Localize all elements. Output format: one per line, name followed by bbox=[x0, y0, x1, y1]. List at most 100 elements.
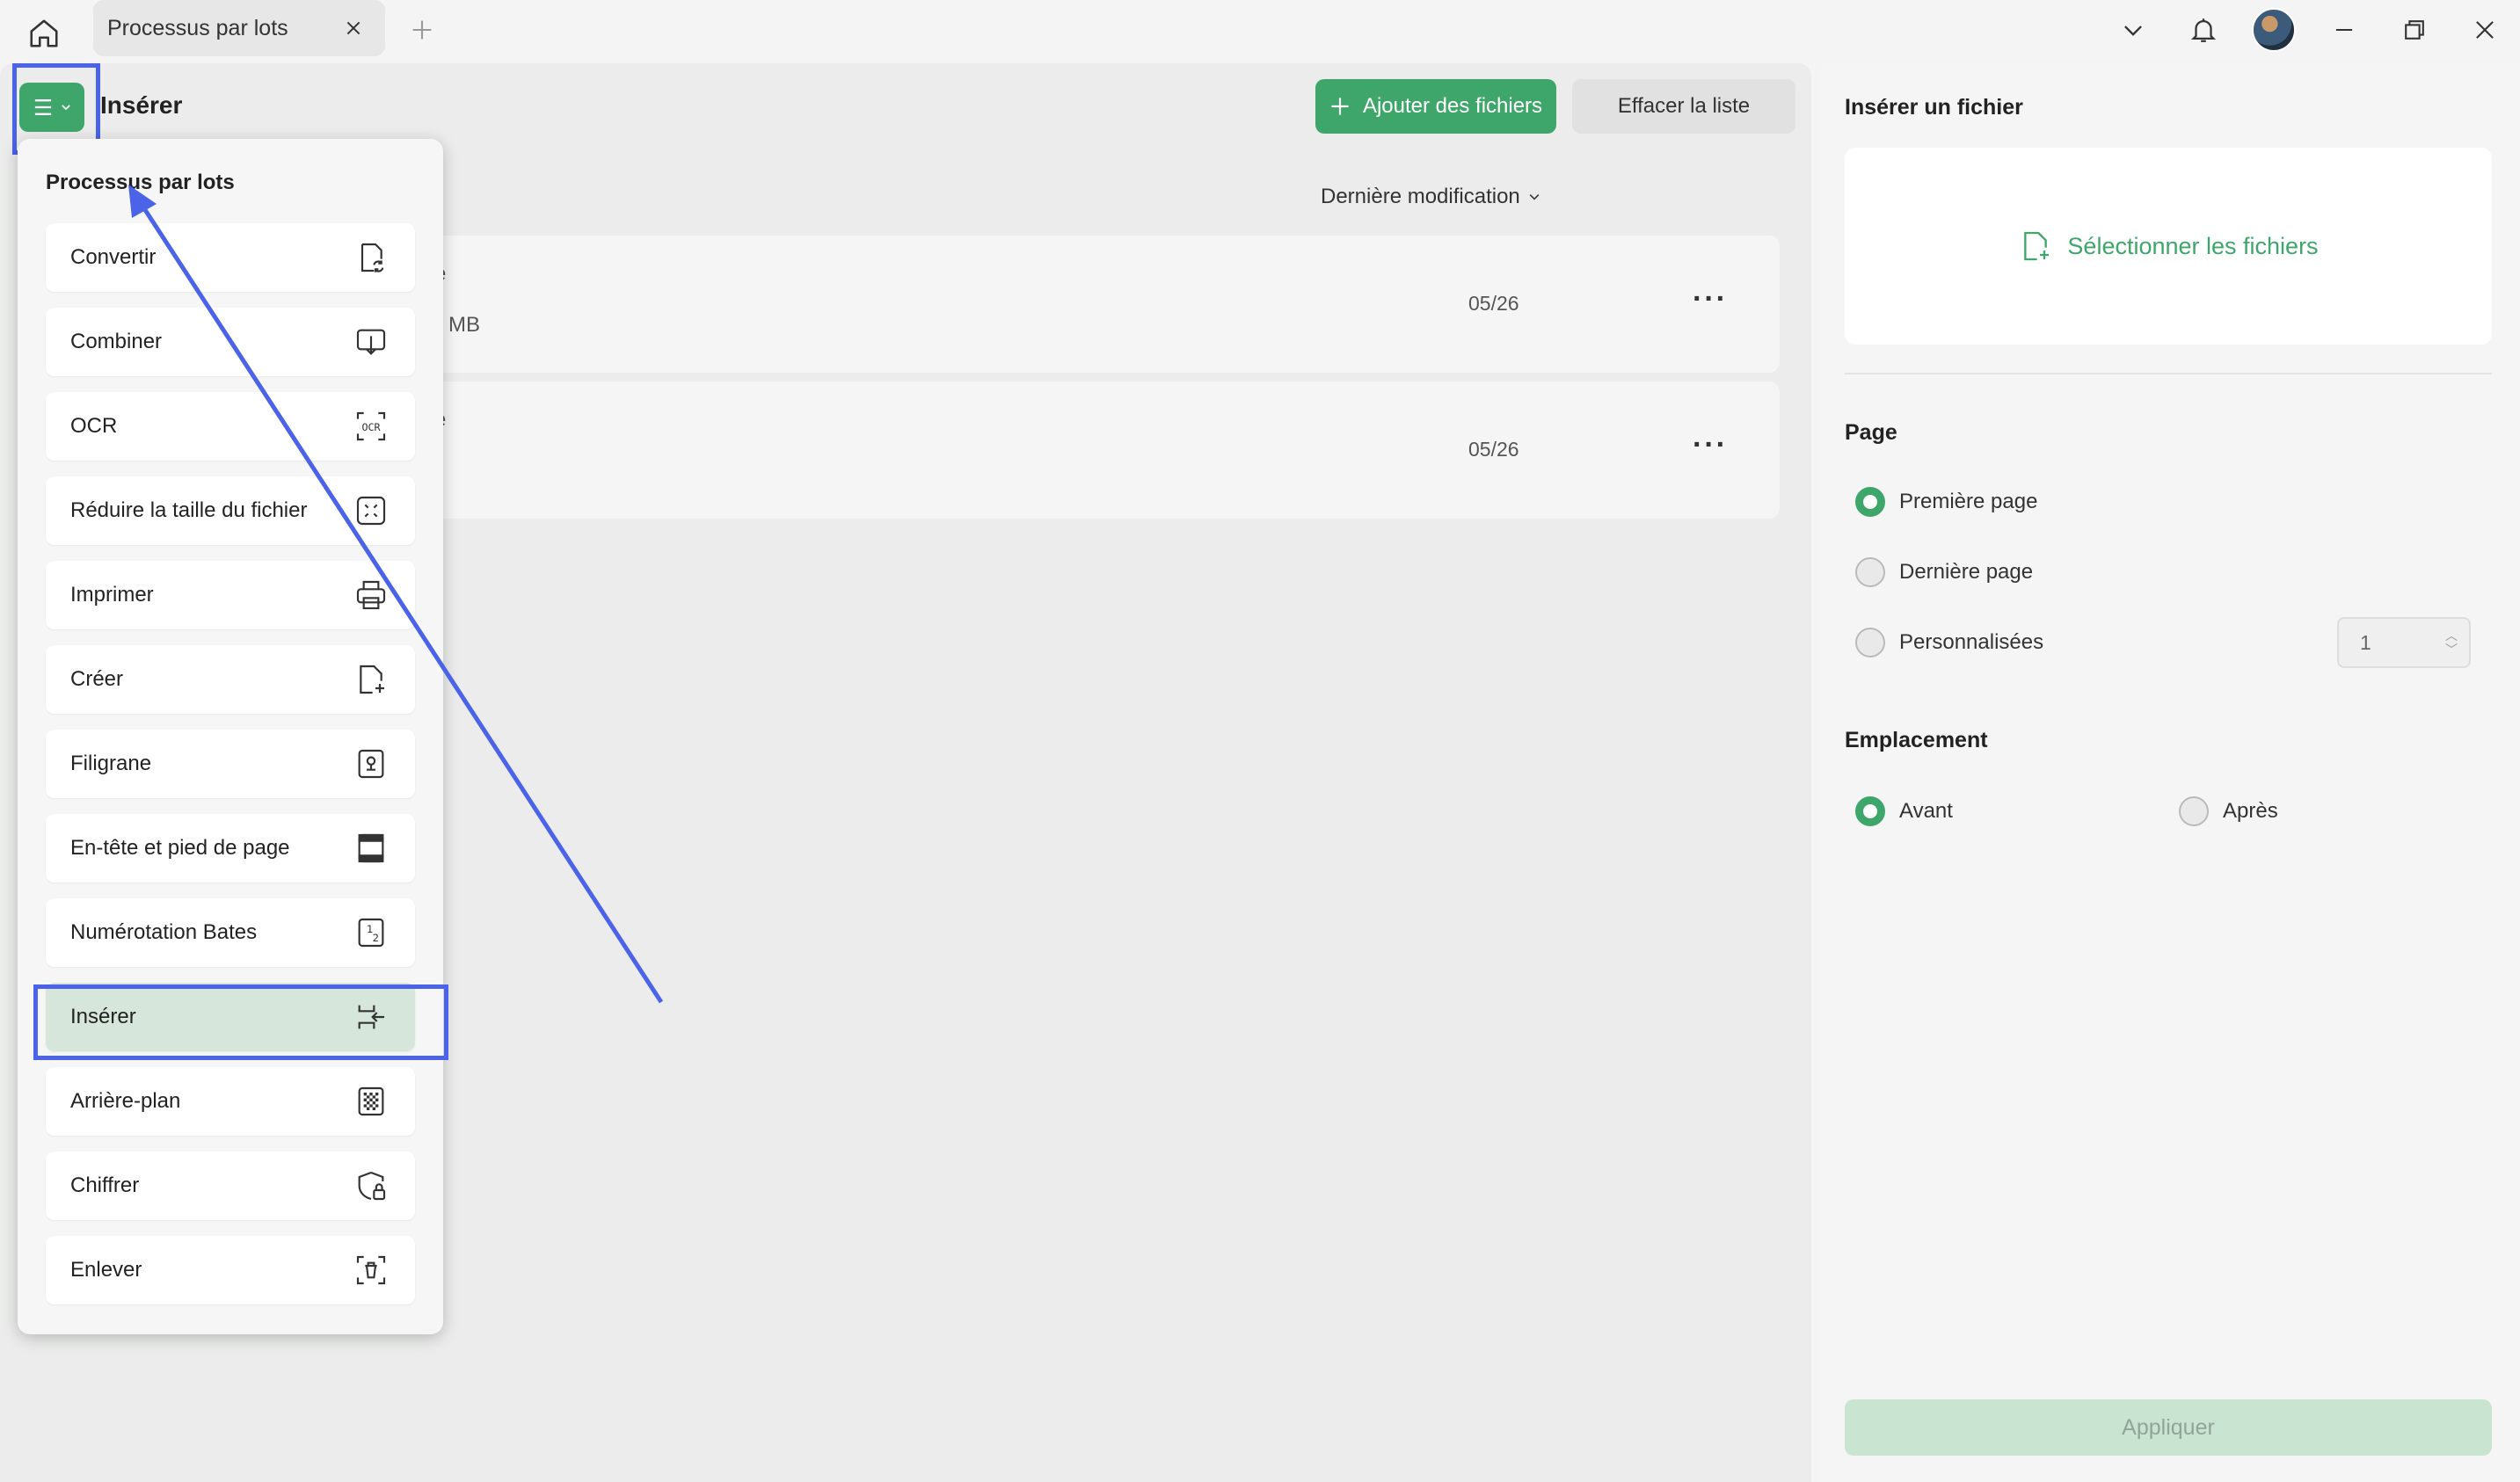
add-files-label: Ajouter des fichiers bbox=[1362, 94, 1543, 118]
menu-item-label: Arrière-plan bbox=[70, 1089, 181, 1113]
more-options-button[interactable]: ··· bbox=[1688, 281, 1732, 316]
file-size: MB bbox=[448, 313, 480, 337]
combine-icon bbox=[352, 323, 390, 361]
radio-personnalisees[interactable]: Personnalisées bbox=[1855, 628, 2043, 657]
menu-item-label: Numérotation Bates bbox=[70, 920, 258, 944]
close-icon bbox=[2476, 21, 2494, 39]
chevron-down-icon bbox=[2124, 25, 2142, 36]
apply-label: Appliquer bbox=[2122, 1414, 2215, 1440]
radio-button[interactable] bbox=[1855, 628, 1885, 657]
add-files-button[interactable]: Ajouter des fichiers bbox=[1315, 79, 1556, 134]
remove-icon bbox=[352, 1251, 390, 1289]
restore-icon bbox=[2405, 20, 2424, 40]
menu-item-label: En-tête et pied de page bbox=[70, 836, 290, 860]
svg-text:OCR: OCR bbox=[361, 421, 381, 433]
restore-button[interactable] bbox=[2379, 0, 2450, 60]
file-row[interactable]: e 05/26 ··· bbox=[424, 381, 1780, 519]
more-options-button[interactable]: ··· bbox=[1688, 427, 1732, 462]
background-icon bbox=[352, 1082, 390, 1121]
new-tab-button[interactable] bbox=[404, 12, 440, 47]
notifications-button[interactable] bbox=[2168, 0, 2239, 60]
menu-item-label: Enlever bbox=[70, 1258, 142, 1282]
radio-label: Personnalisées bbox=[1899, 630, 2044, 654]
page-number-stepper[interactable]: 1 ︿ ﹀ bbox=[2337, 617, 2471, 668]
minimize-icon bbox=[2335, 28, 2353, 32]
menu-item-label: Créer bbox=[70, 667, 124, 691]
window-controls bbox=[2098, 0, 2520, 60]
close-icon bbox=[346, 21, 361, 35]
menu-item-creer[interactable]: Créer bbox=[46, 645, 415, 714]
tab-title: Processus par lots bbox=[107, 15, 288, 40]
file-date: 05/26 bbox=[1468, 438, 1519, 461]
menu-item-label: Chiffrer bbox=[70, 1173, 140, 1197]
title-bar: Processus par lots bbox=[0, 0, 2520, 63]
menu-item-label: Filigrane bbox=[70, 752, 152, 775]
sort-label: Dernière modification bbox=[1321, 185, 1520, 208]
home-icon bbox=[30, 19, 58, 47]
divider bbox=[1845, 373, 2492, 374]
bates-icon: 12 bbox=[352, 913, 390, 952]
menu-item-chiffrer[interactable]: Chiffrer bbox=[46, 1151, 415, 1220]
tab-processus-par-lots[interactable]: Processus par lots bbox=[93, 0, 385, 56]
user-avatar-button[interactable] bbox=[2239, 0, 2309, 60]
clear-list-button[interactable]: Effacer la liste bbox=[1572, 79, 1795, 134]
chevron-down-icon[interactable]: ﹀ bbox=[2445, 643, 2458, 657]
radio-button[interactable] bbox=[1855, 487, 1885, 517]
page-number-value: 1 bbox=[2360, 630, 2371, 654]
watermark-icon bbox=[352, 745, 390, 783]
menu-item-filigrane[interactable]: Filigrane bbox=[46, 730, 415, 798]
clear-list-label: Effacer la liste bbox=[1617, 94, 1751, 118]
stepper-arrows[interactable]: ︿ ﹀ bbox=[2434, 628, 2469, 657]
plus-icon bbox=[412, 20, 432, 40]
file-date: 05/26 bbox=[1468, 292, 1519, 315]
tabs-dropdown-button[interactable] bbox=[2098, 0, 2168, 60]
select-files-button[interactable]: Sélectionner les fichiers bbox=[1845, 148, 2492, 345]
menu-item-combiner[interactable]: Combiner bbox=[46, 308, 415, 376]
close-window-button[interactable] bbox=[2450, 0, 2520, 60]
radio-button[interactable] bbox=[1855, 796, 1885, 826]
encrypt-icon bbox=[352, 1166, 390, 1205]
menu-item-enlever[interactable]: Enlever bbox=[46, 1236, 415, 1304]
menu-item-reduire[interactable]: Réduire la taille du fichier bbox=[46, 476, 415, 545]
svg-text:2: 2 bbox=[373, 932, 379, 944]
menu-item-bates[interactable]: Numérotation Bates 12 bbox=[46, 898, 415, 967]
radio-derniere-page[interactable]: Dernière page bbox=[1855, 557, 2033, 587]
radio-label: Dernière page bbox=[1899, 560, 2034, 584]
side-panel-title: Insérer un fichier bbox=[1845, 95, 2023, 120]
apply-button[interactable]: Appliquer bbox=[1845, 1399, 2492, 1456]
menu-item-convertir[interactable]: Convertir bbox=[46, 223, 415, 292]
page-title: Insérer bbox=[100, 91, 183, 119]
menu-item-arriere-plan[interactable]: Arrière-plan bbox=[46, 1067, 415, 1136]
home-button[interactable] bbox=[21, 11, 67, 56]
chevron-up-icon[interactable]: ︿ bbox=[2445, 628, 2458, 643]
tab-close-button[interactable] bbox=[338, 12, 369, 44]
radio-avant[interactable]: Avant bbox=[1855, 796, 1953, 826]
bell-icon bbox=[2190, 18, 2217, 42]
radio-apres[interactable]: Après bbox=[2179, 796, 2278, 826]
menu-item-label: Réduire la taille du fichier bbox=[70, 498, 308, 522]
page-section-title: Page bbox=[1845, 420, 1897, 445]
menu-item-imprimer[interactable]: Imprimer bbox=[46, 561, 415, 629]
menu-item-ocr[interactable]: OCR OCR bbox=[46, 392, 415, 461]
radio-premiere-page[interactable]: Première page bbox=[1855, 487, 2037, 517]
location-section-title: Emplacement bbox=[1845, 728, 1988, 752]
radio-button[interactable] bbox=[1855, 557, 1885, 587]
radio-label: Après bbox=[2223, 799, 2278, 823]
menu-item-label: Combiner bbox=[70, 330, 163, 353]
create-icon bbox=[352, 660, 390, 699]
dropdown-title: Processus par lots bbox=[46, 171, 235, 194]
highlight-box-insert bbox=[33, 984, 448, 1060]
compress-icon bbox=[352, 491, 390, 530]
minimize-button[interactable] bbox=[2309, 0, 2379, 60]
sort-dropdown[interactable]: Dernière modification bbox=[1321, 185, 1541, 209]
file-row[interactable]: e MB 05/26 ··· bbox=[424, 236, 1780, 373]
avatar bbox=[2252, 8, 2296, 52]
radio-button[interactable] bbox=[2179, 796, 2209, 826]
plus-icon bbox=[1331, 98, 1349, 115]
batch-process-dropdown: Processus par lots Convertir Combiner OC… bbox=[18, 139, 443, 1334]
menu-item-label: Convertir bbox=[70, 245, 157, 269]
menu-item-en-tete[interactable]: En-tête et pied de page bbox=[46, 814, 415, 883]
header-footer-icon bbox=[352, 829, 390, 868]
convert-icon bbox=[352, 238, 390, 277]
chevron-down-icon bbox=[1529, 194, 1540, 200]
